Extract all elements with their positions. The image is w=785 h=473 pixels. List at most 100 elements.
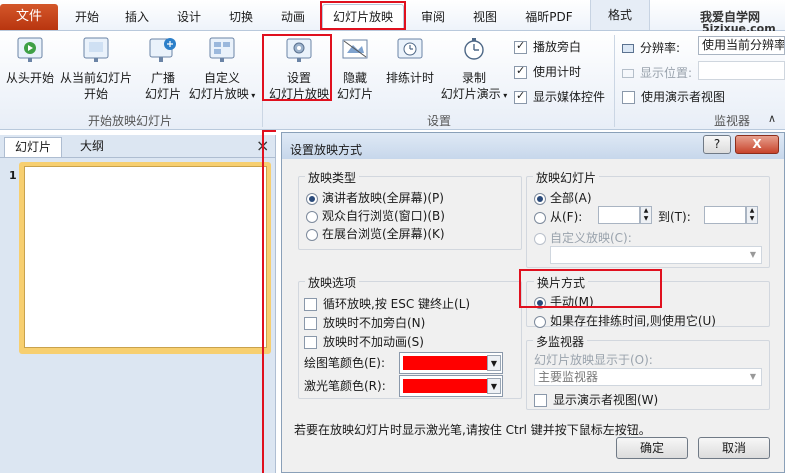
radio-presenter[interactable]: 演讲者放映(全屏幕)(P) bbox=[306, 189, 444, 206]
ok-button[interactable]: 确定 bbox=[616, 437, 688, 459]
to-slide-input[interactable] bbox=[704, 206, 746, 224]
laser-hint-text: 若要在放映幻灯片时显示激光笔,请按住 Ctrl 键并按下鼠标左按钮。 bbox=[294, 423, 651, 437]
pen-color-label: 绘图笔颜色(E): bbox=[304, 356, 385, 370]
tab-design[interactable]: 设计 bbox=[164, 6, 214, 28]
dropdown-arrow-icon: ▼ bbox=[749, 372, 757, 381]
dropdown-arrow-icon: ▼ bbox=[487, 378, 501, 394]
radio-icon bbox=[534, 315, 546, 328]
radio-from[interactable]: 从(F): bbox=[534, 208, 582, 225]
radio-custom-show[interactable]: 自定义放映(C): bbox=[534, 229, 632, 246]
show-type-title: 放映类型 bbox=[305, 169, 360, 186]
pane-divider bbox=[0, 157, 276, 158]
dropdown-arrow-icon: ▼ bbox=[749, 250, 757, 259]
setup-show-dialog: 设置放映方式 ? X 放映类型 演讲者放映(全屏幕)(P) 观众自行浏览(窗口)… bbox=[281, 132, 785, 473]
play-from-start-icon bbox=[17, 37, 43, 62]
from-spinner-icon[interactable]: ▲ ▼ bbox=[640, 206, 652, 224]
radio-selected-icon bbox=[534, 192, 546, 205]
tab-file[interactable]: 文件 bbox=[0, 4, 58, 30]
highlight-setup-button bbox=[262, 34, 332, 101]
tab-foxit-pdf[interactable]: 福昕PDF bbox=[514, 6, 584, 28]
custom-show-icon bbox=[209, 37, 235, 62]
monitor-disabled-icon bbox=[622, 69, 634, 78]
pen-color-swatch bbox=[403, 356, 487, 370]
tab-view[interactable]: 视图 bbox=[462, 6, 508, 28]
highlight-slideshow-tab bbox=[320, 1, 406, 30]
group-label-monitors: 监视器 bbox=[713, 114, 750, 128]
cancel-button[interactable]: 取消 bbox=[698, 437, 770, 459]
highlight-dialog-edge bbox=[262, 130, 276, 473]
tab-format[interactable]: 格式 bbox=[590, 0, 650, 30]
help-button[interactable]: ? bbox=[703, 135, 731, 154]
show-presenter-view-checkbox[interactable]: 显示演示者视图(W) bbox=[534, 391, 658, 408]
radio-use-timings[interactable]: 如果存在排练时间,则使用它(U) bbox=[534, 312, 716, 329]
radio-kiosk[interactable]: 在展台浏览(全屏幕)(K) bbox=[306, 225, 445, 242]
play-from-current-icon bbox=[83, 37, 109, 62]
show-media-controls-checkbox[interactable]: 显示媒体控件 bbox=[514, 88, 605, 105]
monitor-icon bbox=[622, 44, 634, 53]
dropdown-arrow-icon: ▾ bbox=[500, 91, 508, 100]
dropdown-arrow-icon: ▼ bbox=[487, 355, 501, 371]
highlight-advance-slides bbox=[519, 269, 662, 308]
play-narrations-checkbox[interactable]: 播放旁白 bbox=[514, 38, 581, 55]
no-narration-checkbox[interactable]: 放映时不加旁白(N) bbox=[304, 314, 425, 331]
record-slideshow-button[interactable]: 录制 幻灯片演示 ▾ bbox=[436, 36, 512, 104]
radio-all-slides[interactable]: 全部(A) bbox=[534, 189, 592, 206]
from-slide-input[interactable] bbox=[598, 206, 640, 224]
custom-show-select[interactable] bbox=[550, 246, 762, 264]
collapse-ribbon-icon[interactable]: ∧ bbox=[768, 112, 776, 125]
checkbox-unchecked-icon bbox=[304, 336, 317, 349]
checkbox-unchecked-icon bbox=[304, 298, 317, 311]
hide-slide-button[interactable]: 隐藏 幻灯片 bbox=[336, 36, 374, 102]
close-dialog-button[interactable]: X bbox=[735, 135, 779, 154]
checkbox-unchecked-icon bbox=[304, 317, 317, 330]
show-on-select[interactable] bbox=[698, 61, 785, 80]
show-on-label: 显示位置: bbox=[622, 64, 692, 81]
custom-slideshow-button[interactable]: 自定义 幻灯片放映 ▾ bbox=[186, 36, 258, 104]
show-options-title: 放映选项 bbox=[305, 274, 360, 291]
hide-slide-icon bbox=[342, 39, 368, 59]
radio-selected-icon bbox=[306, 192, 318, 205]
broadcast-slideshow-button[interactable]: 广播 幻灯片 bbox=[140, 36, 186, 102]
radio-disabled-icon bbox=[534, 232, 546, 245]
multiple-monitors-title: 多监视器 bbox=[533, 333, 588, 350]
tab-insert[interactable]: 插入 bbox=[114, 6, 160, 28]
radio-icon bbox=[306, 210, 318, 223]
radio-icon bbox=[534, 211, 546, 224]
tab-outline[interactable]: 大纲 bbox=[66, 137, 118, 157]
show-slides-title: 放映幻灯片 bbox=[533, 169, 600, 186]
group-label-start-slideshow: 开始放映幻灯片 bbox=[87, 114, 172, 128]
use-timings-checkbox[interactable]: 使用计时 bbox=[514, 63, 581, 80]
laser-color-swatch bbox=[403, 379, 487, 393]
tab-review[interactable]: 审阅 bbox=[410, 6, 456, 28]
from-current-slide-button[interactable]: 从当前幻灯片 开始 bbox=[58, 36, 134, 102]
monitor-select[interactable]: 主要监视器 bbox=[534, 368, 762, 386]
use-presenter-view-checkbox[interactable]: 使用演示者视图 bbox=[622, 88, 725, 105]
laser-color-label: 激光笔颜色(R): bbox=[304, 379, 386, 393]
rehearse-timer-icon bbox=[397, 38, 423, 59]
radio-browsed[interactable]: 观众自行浏览(窗口)(B) bbox=[306, 207, 445, 224]
broadcast-icon bbox=[149, 38, 176, 62]
tab-transitions[interactable]: 切换 bbox=[218, 6, 264, 28]
tab-slides[interactable]: 幻灯片 bbox=[4, 137, 62, 157]
from-beginning-button[interactable]: 从头开始 bbox=[4, 36, 56, 86]
rehearse-timings-button[interactable]: 排练计时 bbox=[382, 36, 438, 86]
checkbox-checked-icon bbox=[514, 89, 527, 104]
tab-home[interactable]: 开始 bbox=[62, 6, 112, 28]
no-animation-checkbox[interactable]: 放映时不加动画(S) bbox=[304, 333, 424, 350]
resolution-select[interactable]: 使用当前分辨率 bbox=[698, 36, 785, 55]
radio-icon bbox=[306, 228, 318, 241]
ribbon-separator bbox=[614, 35, 615, 127]
slides-pane: 幻灯片 大纲 × 1 bbox=[0, 135, 276, 473]
loop-checkbox[interactable]: 循环放映,按 ESC 键终止(L) bbox=[304, 295, 470, 312]
slide-thumbnail[interactable] bbox=[24, 166, 267, 348]
checkbox-checked-icon bbox=[514, 64, 527, 79]
display-on-label: 幻灯片放映显示于(O): bbox=[534, 353, 653, 367]
tab-animations[interactable]: 动画 bbox=[268, 6, 318, 28]
checkbox-unchecked-icon bbox=[534, 394, 547, 407]
group-label-setup: 设置 bbox=[426, 114, 451, 128]
checkbox-unchecked-icon bbox=[622, 91, 635, 104]
to-spinner-icon[interactable]: ▲ ▼ bbox=[746, 206, 758, 224]
dialog-title: 设置放映方式 bbox=[290, 143, 363, 157]
slide-number: 1 bbox=[9, 169, 17, 182]
dropdown-arrow-icon: ▾ bbox=[248, 91, 256, 100]
